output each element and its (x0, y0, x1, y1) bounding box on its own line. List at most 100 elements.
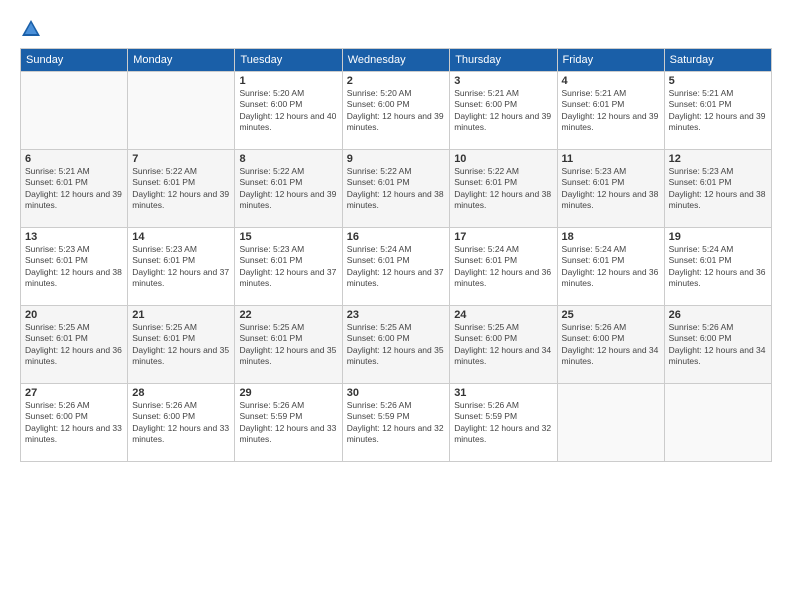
day-number: 15 (239, 231, 337, 243)
week-row-3: 13Sunrise: 5:23 AM Sunset: 6:01 PM Dayli… (21, 228, 772, 306)
weekday-wednesday: Wednesday (342, 49, 449, 72)
day-info: Sunrise: 5:21 AM Sunset: 6:01 PM Dayligh… (25, 166, 123, 212)
day-number: 22 (239, 309, 337, 321)
calendar-cell: 14Sunrise: 5:23 AM Sunset: 6:01 PM Dayli… (128, 228, 235, 306)
week-row-2: 6Sunrise: 5:21 AM Sunset: 6:01 PM Daylig… (21, 150, 772, 228)
calendar-cell: 7Sunrise: 5:22 AM Sunset: 6:01 PM Daylig… (128, 150, 235, 228)
day-number: 16 (347, 231, 445, 243)
day-info: Sunrise: 5:26 AM Sunset: 5:59 PM Dayligh… (239, 400, 337, 446)
day-info: Sunrise: 5:23 AM Sunset: 6:01 PM Dayligh… (25, 244, 123, 290)
calendar-cell: 21Sunrise: 5:25 AM Sunset: 6:01 PM Dayli… (128, 306, 235, 384)
day-info: Sunrise: 5:23 AM Sunset: 6:01 PM Dayligh… (669, 166, 767, 212)
day-info: Sunrise: 5:23 AM Sunset: 6:01 PM Dayligh… (132, 244, 230, 290)
day-info: Sunrise: 5:24 AM Sunset: 6:01 PM Dayligh… (454, 244, 552, 290)
week-row-5: 27Sunrise: 5:26 AM Sunset: 6:00 PM Dayli… (21, 384, 772, 462)
day-info: Sunrise: 5:26 AM Sunset: 6:00 PM Dayligh… (562, 322, 660, 368)
day-info: Sunrise: 5:23 AM Sunset: 6:01 PM Dayligh… (562, 166, 660, 212)
day-number: 3 (454, 75, 552, 87)
calendar-cell (557, 384, 664, 462)
weekday-tuesday: Tuesday (235, 49, 342, 72)
weekday-sunday: Sunday (21, 49, 128, 72)
calendar-cell: 17Sunrise: 5:24 AM Sunset: 6:01 PM Dayli… (450, 228, 557, 306)
week-row-1: 1Sunrise: 5:20 AM Sunset: 6:00 PM Daylig… (21, 72, 772, 150)
calendar-cell: 10Sunrise: 5:22 AM Sunset: 6:01 PM Dayli… (450, 150, 557, 228)
weekday-monday: Monday (128, 49, 235, 72)
weekday-thursday: Thursday (450, 49, 557, 72)
calendar-cell: 23Sunrise: 5:25 AM Sunset: 6:00 PM Dayli… (342, 306, 449, 384)
day-number: 6 (25, 153, 123, 165)
day-number: 20 (25, 309, 123, 321)
calendar-cell (664, 384, 771, 462)
calendar-cell: 16Sunrise: 5:24 AM Sunset: 6:01 PM Dayli… (342, 228, 449, 306)
day-info: Sunrise: 5:26 AM Sunset: 5:59 PM Dayligh… (454, 400, 552, 446)
day-number: 31 (454, 387, 552, 399)
day-number: 10 (454, 153, 552, 165)
calendar-cell: 4Sunrise: 5:21 AM Sunset: 6:01 PM Daylig… (557, 72, 664, 150)
calendar-cell: 24Sunrise: 5:25 AM Sunset: 6:00 PM Dayli… (450, 306, 557, 384)
day-number: 12 (669, 153, 767, 165)
day-info: Sunrise: 5:25 AM Sunset: 6:00 PM Dayligh… (347, 322, 445, 368)
day-info: Sunrise: 5:20 AM Sunset: 6:00 PM Dayligh… (347, 88, 445, 134)
calendar-cell: 26Sunrise: 5:26 AM Sunset: 6:00 PM Dayli… (664, 306, 771, 384)
calendar-cell: 20Sunrise: 5:25 AM Sunset: 6:01 PM Dayli… (21, 306, 128, 384)
day-number: 25 (562, 309, 660, 321)
day-info: Sunrise: 5:25 AM Sunset: 6:00 PM Dayligh… (454, 322, 552, 368)
day-info: Sunrise: 5:22 AM Sunset: 6:01 PM Dayligh… (347, 166, 445, 212)
calendar-cell: 22Sunrise: 5:25 AM Sunset: 6:01 PM Dayli… (235, 306, 342, 384)
calendar-cell: 15Sunrise: 5:23 AM Sunset: 6:01 PM Dayli… (235, 228, 342, 306)
day-info: Sunrise: 5:20 AM Sunset: 6:00 PM Dayligh… (239, 88, 337, 134)
day-info: Sunrise: 5:26 AM Sunset: 6:00 PM Dayligh… (669, 322, 767, 368)
day-number: 24 (454, 309, 552, 321)
calendar-cell: 30Sunrise: 5:26 AM Sunset: 5:59 PM Dayli… (342, 384, 449, 462)
calendar-cell: 12Sunrise: 5:23 AM Sunset: 6:01 PM Dayli… (664, 150, 771, 228)
day-number: 23 (347, 309, 445, 321)
calendar-cell: 19Sunrise: 5:24 AM Sunset: 6:01 PM Dayli… (664, 228, 771, 306)
day-number: 11 (562, 153, 660, 165)
calendar-cell (128, 72, 235, 150)
day-number: 2 (347, 75, 445, 87)
calendar-table: SundayMondayTuesdayWednesdayThursdayFrid… (20, 48, 772, 462)
calendar-cell: 29Sunrise: 5:26 AM Sunset: 5:59 PM Dayli… (235, 384, 342, 462)
calendar-cell: 8Sunrise: 5:22 AM Sunset: 6:01 PM Daylig… (235, 150, 342, 228)
day-number: 29 (239, 387, 337, 399)
weekday-header-row: SundayMondayTuesdayWednesdayThursdayFrid… (21, 49, 772, 72)
day-number: 13 (25, 231, 123, 243)
day-number: 4 (562, 75, 660, 87)
day-number: 1 (239, 75, 337, 87)
calendar-cell: 5Sunrise: 5:21 AM Sunset: 6:01 PM Daylig… (664, 72, 771, 150)
day-info: Sunrise: 5:25 AM Sunset: 6:01 PM Dayligh… (132, 322, 230, 368)
calendar-cell: 2Sunrise: 5:20 AM Sunset: 6:00 PM Daylig… (342, 72, 449, 150)
calendar-cell: 13Sunrise: 5:23 AM Sunset: 6:01 PM Dayli… (21, 228, 128, 306)
calendar-cell (21, 72, 128, 150)
day-number: 5 (669, 75, 767, 87)
day-number: 21 (132, 309, 230, 321)
week-row-4: 20Sunrise: 5:25 AM Sunset: 6:01 PM Dayli… (21, 306, 772, 384)
day-number: 18 (562, 231, 660, 243)
calendar-cell: 9Sunrise: 5:22 AM Sunset: 6:01 PM Daylig… (342, 150, 449, 228)
day-number: 19 (669, 231, 767, 243)
calendar-cell: 1Sunrise: 5:20 AM Sunset: 6:00 PM Daylig… (235, 72, 342, 150)
day-info: Sunrise: 5:22 AM Sunset: 6:01 PM Dayligh… (454, 166, 552, 212)
day-info: Sunrise: 5:21 AM Sunset: 6:01 PM Dayligh… (669, 88, 767, 134)
day-number: 27 (25, 387, 123, 399)
logo-icon (20, 18, 42, 40)
calendar-cell: 31Sunrise: 5:26 AM Sunset: 5:59 PM Dayli… (450, 384, 557, 462)
page: SundayMondayTuesdayWednesdayThursdayFrid… (0, 0, 792, 612)
day-info: Sunrise: 5:26 AM Sunset: 6:00 PM Dayligh… (25, 400, 123, 446)
day-info: Sunrise: 5:22 AM Sunset: 6:01 PM Dayligh… (132, 166, 230, 212)
calendar-cell: 28Sunrise: 5:26 AM Sunset: 6:00 PM Dayli… (128, 384, 235, 462)
calendar-cell: 27Sunrise: 5:26 AM Sunset: 6:00 PM Dayli… (21, 384, 128, 462)
header (20, 18, 772, 40)
calendar-cell: 11Sunrise: 5:23 AM Sunset: 6:01 PM Dayli… (557, 150, 664, 228)
day-number: 7 (132, 153, 230, 165)
day-info: Sunrise: 5:24 AM Sunset: 6:01 PM Dayligh… (669, 244, 767, 290)
day-number: 28 (132, 387, 230, 399)
calendar-cell: 25Sunrise: 5:26 AM Sunset: 6:00 PM Dayli… (557, 306, 664, 384)
day-info: Sunrise: 5:21 AM Sunset: 6:01 PM Dayligh… (562, 88, 660, 134)
calendar-cell: 3Sunrise: 5:21 AM Sunset: 6:00 PM Daylig… (450, 72, 557, 150)
day-info: Sunrise: 5:22 AM Sunset: 6:01 PM Dayligh… (239, 166, 337, 212)
day-info: Sunrise: 5:26 AM Sunset: 5:59 PM Dayligh… (347, 400, 445, 446)
weekday-saturday: Saturday (664, 49, 771, 72)
day-number: 14 (132, 231, 230, 243)
day-info: Sunrise: 5:25 AM Sunset: 6:01 PM Dayligh… (25, 322, 123, 368)
